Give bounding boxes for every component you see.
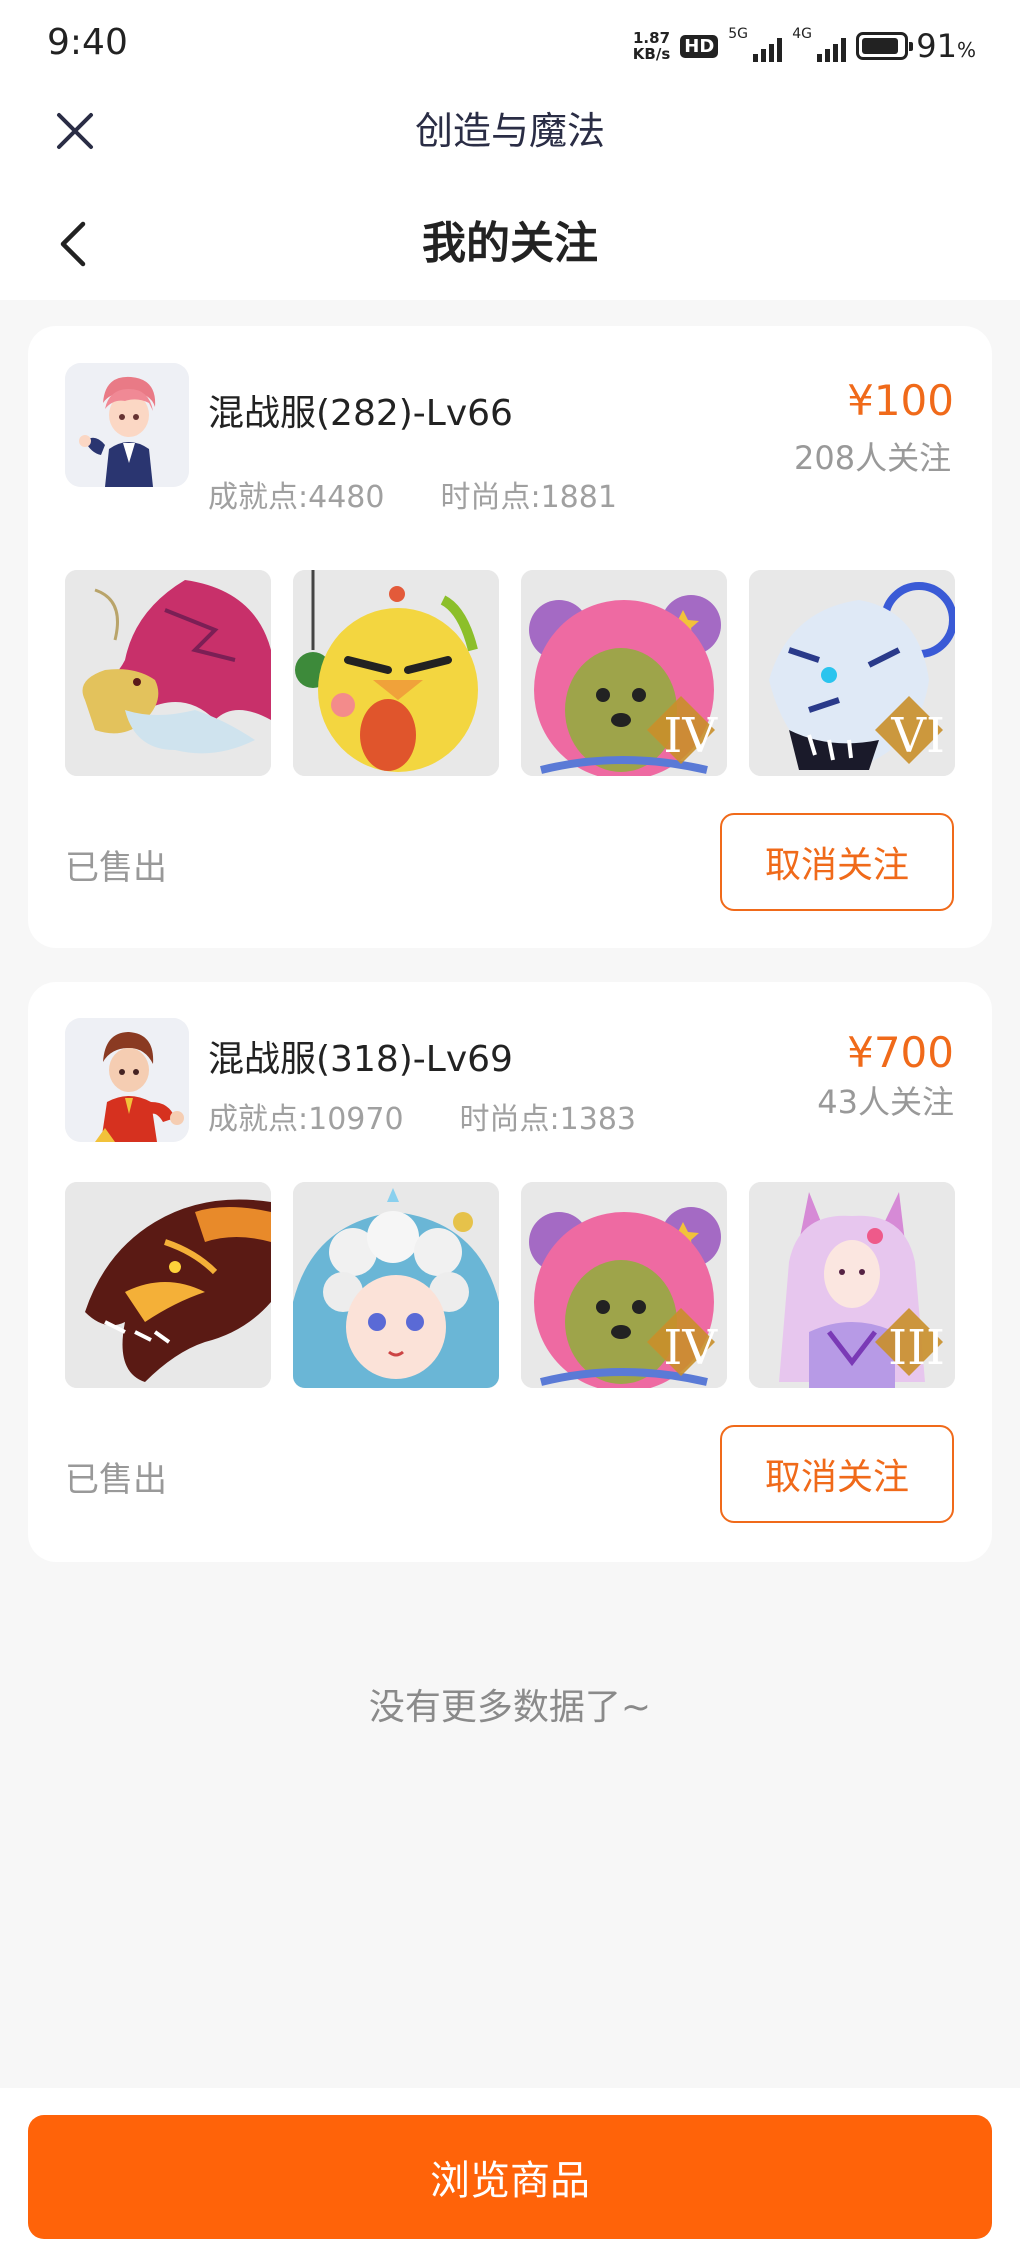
chick-pet-icon bbox=[293, 570, 499, 776]
unfollow-button[interactable]: 取消关注 bbox=[720, 1425, 954, 1523]
status-label: 已售出 bbox=[65, 848, 167, 888]
item-thumbnail[interactable]: III bbox=[749, 1182, 955, 1388]
account-price: ¥700 bbox=[847, 1028, 954, 1077]
fashion-points: 时尚点:1881 bbox=[440, 480, 617, 515]
end-of-list-note: 没有更多数据了~ bbox=[368, 1687, 652, 1728]
tier-badge-label: III bbox=[888, 1320, 945, 1376]
app-title: 创造与魔法 bbox=[414, 109, 605, 153]
item-thumbnail[interactable] bbox=[65, 1182, 271, 1388]
signal-5g-label: 5G bbox=[728, 26, 749, 42]
followed-list: 混战服(282)-Lv66 成就点:4480 时尚点:1881 ¥100 208… bbox=[28, 326, 992, 1596]
battery-percent: 91% bbox=[916, 27, 976, 65]
item-thumbnails: IV VI bbox=[65, 570, 955, 776]
tier-badge-label: VI bbox=[891, 708, 945, 764]
item-thumbnails: IV III bbox=[65, 1182, 955, 1388]
follower-count: 43人关注 bbox=[817, 1083, 954, 1121]
status-bar: 9:40 1.87 KB/s HD 5G 4G 91% bbox=[0, 0, 1020, 90]
achievement-points: 成就点:10970 bbox=[208, 1102, 404, 1137]
battery-indicator: 91% bbox=[856, 27, 976, 65]
signal-4g-icon: 4G bbox=[792, 26, 847, 62]
dragon-mount-icon bbox=[65, 570, 271, 776]
battery-icon bbox=[856, 32, 914, 60]
page-header: 我的关注 bbox=[0, 190, 1020, 300]
character-avatar-icon bbox=[65, 363, 189, 487]
item-thumbnail[interactable]: IV bbox=[521, 1182, 727, 1388]
tier-badge-label: IV bbox=[663, 1320, 717, 1376]
hd-voice-icon: HD bbox=[680, 34, 719, 58]
account-name: 混战服(282)-Lv66 bbox=[208, 393, 513, 434]
account-stats: 成就点:10970 时尚点:1383 bbox=[208, 1094, 636, 1138]
network-speed-value: 1.87 bbox=[633, 29, 671, 47]
network-speed: 1.87 KB/s bbox=[633, 30, 670, 62]
item-thumbnail[interactable] bbox=[293, 1182, 499, 1388]
achievement-points: 成就点:4480 bbox=[208, 480, 385, 515]
network-speed-unit: KB/s bbox=[632, 45, 671, 63]
fashion-points: 时尚点:1383 bbox=[459, 1102, 637, 1137]
account-avatar bbox=[65, 363, 189, 487]
cloud-sheep-icon bbox=[293, 1182, 499, 1388]
page-title: 我的关注 bbox=[422, 218, 598, 269]
follower-count: 208人关注 bbox=[794, 439, 952, 477]
signal-5g-icon: 5G bbox=[728, 26, 783, 62]
account-card[interactable]: 混战服(282)-Lv66 成就点:4480 时尚点:1881 ¥100 208… bbox=[28, 326, 992, 948]
browse-products-button[interactable]: 浏览商品 bbox=[28, 2115, 992, 2239]
item-thumbnail[interactable]: IV bbox=[521, 570, 727, 776]
bottom-bar: 浏览商品 bbox=[0, 2088, 1020, 2267]
item-thumbnail[interactable] bbox=[65, 570, 271, 776]
status-indicators: 1.87 KB/s HD 5G 4G 91% bbox=[633, 24, 976, 68]
status-label: 已售出 bbox=[65, 1460, 167, 1500]
unfollow-button[interactable]: 取消关注 bbox=[720, 813, 954, 911]
status-time: 9:40 bbox=[47, 22, 128, 63]
fire-dragon-icon bbox=[65, 1182, 271, 1388]
account-stats: 成就点:4480 时尚点:1881 bbox=[208, 472, 617, 516]
account-price: ¥100 bbox=[847, 376, 954, 425]
account-name: 混战服(318)-Lv69 bbox=[208, 1039, 513, 1080]
item-thumbnail[interactable]: VI bbox=[749, 570, 955, 776]
tier-badge-label: IV bbox=[663, 708, 717, 764]
item-thumbnail[interactable] bbox=[293, 570, 499, 776]
account-avatar bbox=[65, 1018, 189, 1142]
character-avatar-icon bbox=[65, 1018, 189, 1142]
account-card[interactable]: 混战服(318)-Lv69 成就点:10970 时尚点:1383 ¥700 43… bbox=[28, 982, 992, 1562]
signal-4g-label: 4G bbox=[792, 26, 813, 42]
